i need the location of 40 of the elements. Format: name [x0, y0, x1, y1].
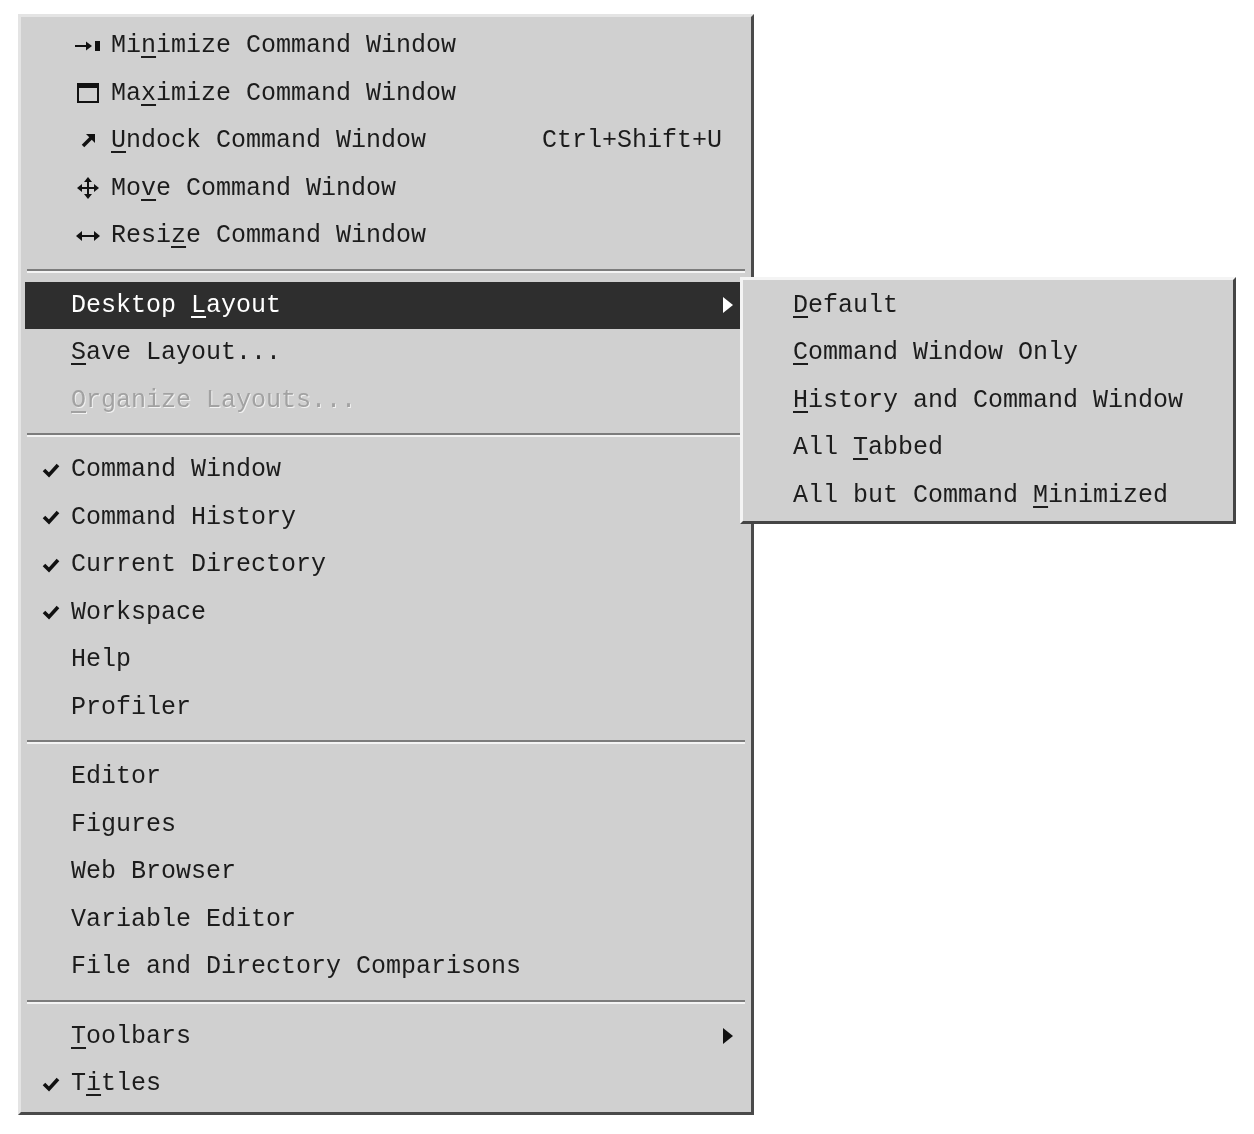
menu-item[interactable]: Figures [25, 800, 747, 848]
shortcut-label: Ctrl+Shift+U [541, 128, 722, 154]
underlined-letter: D [793, 292, 808, 318]
horizontal-arrow-icon [76, 229, 100, 242]
menu-item[interactable]: Command Window Only [743, 329, 1233, 377]
underlined-letter: L [191, 292, 207, 318]
menu-item[interactable]: Current Directory [25, 541, 747, 589]
menu-item[interactable]: Titles [25, 1060, 747, 1108]
menu-item[interactable]: Resize Command Window [25, 212, 747, 260]
diagonal-arrow-icon [81, 133, 95, 149]
menu-item[interactable]: Web Browser [25, 848, 747, 896]
underlined-letter: T [71, 1023, 86, 1049]
underlined-letter: H [793, 387, 808, 413]
menu-item[interactable]: Editor [25, 753, 747, 801]
menu-item[interactable]: Profiler [25, 683, 747, 731]
menu-item[interactable]: File and Directory Comparisons [25, 943, 747, 991]
menu-item[interactable]: Maximize Command Window [25, 69, 747, 117]
menu-item[interactable]: Help [25, 636, 747, 684]
underlined-letter: v [141, 175, 157, 201]
caret-right-icon [723, 1028, 733, 1045]
menu-item[interactable]: Variable Editor [25, 895, 747, 943]
underlined-letter: n [141, 33, 157, 59]
menu-item[interactable]: Undock Command Window Ctrl+Shift+U [25, 117, 747, 165]
menu-item[interactable]: Toolbars [25, 1012, 747, 1060]
underlined-letter: T [853, 435, 869, 461]
menu-item[interactable]: Move Command Window [25, 164, 747, 212]
caret-right-icon [723, 297, 733, 314]
menu-item[interactable]: Workspace [25, 588, 747, 636]
arrow-to-bar-icon [75, 39, 101, 52]
four-way-arrow-icon [77, 177, 99, 200]
underlined-letter: M [1033, 482, 1049, 508]
menu-item[interactable]: History and Command Window [743, 376, 1233, 424]
underlined-letter: z [171, 223, 187, 249]
menu-item[interactable]: Minimize Command Window [25, 22, 747, 70]
window-icon [77, 83, 99, 104]
underlined-letter: i [86, 1071, 102, 1097]
underlined-letter: S [71, 340, 86, 366]
underlined-letter: C [793, 340, 808, 366]
underlined-letter: x [141, 80, 157, 106]
underlined-letter: U [111, 128, 126, 154]
